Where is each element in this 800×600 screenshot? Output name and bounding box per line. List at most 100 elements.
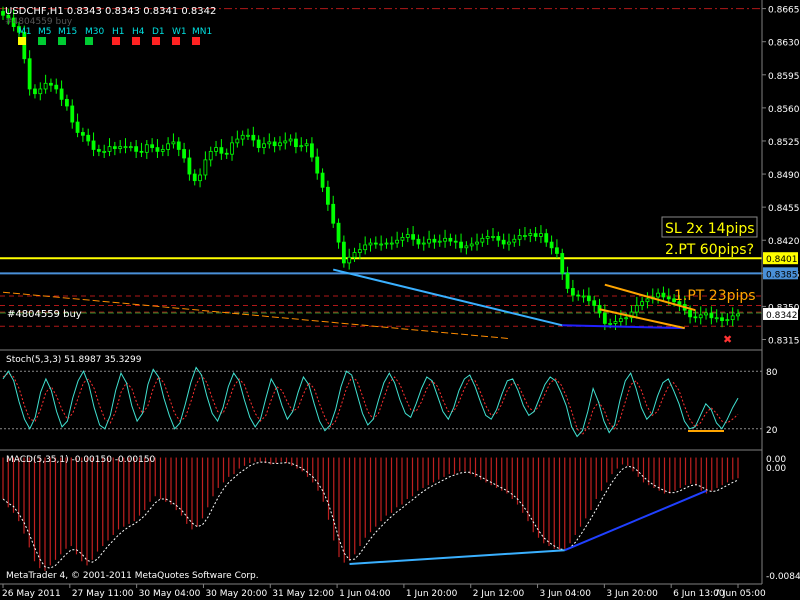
candle-body <box>539 233 543 237</box>
timeframe-m30-label[interactable]: M30 <box>85 27 104 37</box>
price-tick-label: 0.8665 <box>768 6 800 16</box>
candle-body <box>166 143 171 150</box>
trading-chart[interactable]: USDCHF,H1 0.8343 0.8343 0.8341 0.8342 #4… <box>0 0 800 600</box>
pt2-annotation: 2.PT 60pips? <box>665 242 754 258</box>
timeframe-m1-label[interactable]: M1 <box>18 27 32 37</box>
candle-body <box>187 157 192 175</box>
candle-body <box>368 242 373 246</box>
candle-body <box>709 312 714 319</box>
candle-body <box>608 323 613 325</box>
candle-body <box>224 152 229 155</box>
candle-body <box>150 144 155 148</box>
timeframe-m5-indicator[interactable] <box>38 37 46 45</box>
symbol-title: USDCHF,H1 0.8343 0.8343 0.8341 0.8342 <box>5 6 216 17</box>
candle-body <box>246 134 250 137</box>
candle-body <box>363 244 368 251</box>
price-tick-label: 0.8525 <box>768 138 800 148</box>
candle-body <box>176 141 181 150</box>
candle-body <box>384 242 389 245</box>
candle-body <box>112 146 117 149</box>
candle-body <box>160 149 165 152</box>
candle-body <box>70 105 75 123</box>
candle-body <box>235 138 240 144</box>
candle-body <box>443 237 447 242</box>
copyright: MetaTrader 4, © 2001-2011 MetaQuotes Sof… <box>6 571 259 581</box>
candle-body <box>704 312 708 316</box>
timeframe-w1-indicator[interactable] <box>172 37 180 45</box>
candle-body <box>501 239 506 245</box>
stop-cross-icon: ✖ <box>723 333 732 346</box>
time-tick-label: 30 May 20:00 <box>205 589 267 599</box>
time-tick-label: 27 May 11:00 <box>72 589 134 599</box>
candle-body <box>304 143 309 147</box>
candle-body <box>730 315 735 321</box>
candle-body <box>75 121 80 133</box>
candle-body <box>262 143 266 148</box>
price-tick-label: 0.8630 <box>768 39 800 49</box>
candle-body <box>310 143 314 158</box>
candle-body <box>491 236 495 238</box>
candle-body <box>192 173 197 182</box>
candle-body <box>528 233 533 236</box>
timeframe-h1-label[interactable]: H1 <box>112 27 125 37</box>
time-tick-label: 26 May 2011 <box>2 589 61 599</box>
timeframe-h4-label[interactable]: H4 <box>132 27 145 37</box>
candle-body <box>299 145 304 148</box>
time-tick-label: 1 Jun 04:00 <box>339 589 391 599</box>
candle-body <box>325 186 330 205</box>
time-tick-label: 1 Jun 20:00 <box>406 589 458 599</box>
timeframe-mn1-indicator[interactable] <box>192 37 200 45</box>
timeframe-m1-indicator[interactable] <box>18 37 26 45</box>
candle-body <box>602 312 607 324</box>
candle-body <box>208 150 213 161</box>
candle-body <box>736 313 740 317</box>
candle-body <box>27 58 32 90</box>
candle-body <box>698 314 703 319</box>
current-price-tag-label: 0.8342 <box>766 311 798 321</box>
candle-body <box>373 242 378 245</box>
candle-body <box>512 238 517 243</box>
candle-body <box>432 238 437 243</box>
candle-body <box>59 88 64 100</box>
timeframe-m15-label[interactable]: M15 <box>58 27 77 37</box>
pt1-annotation: 1.PT 23pips <box>674 288 756 304</box>
timeframe-w1-label[interactable]: W1 <box>172 27 187 37</box>
candle-body <box>555 247 559 254</box>
timeframe-h1-indicator[interactable] <box>112 37 120 45</box>
candle-body <box>624 317 629 320</box>
candle-body <box>459 241 463 249</box>
hidden-order-label: #4804559 buy <box>5 17 73 27</box>
timeframe-m30-indicator[interactable] <box>85 37 93 45</box>
candle-body <box>661 292 666 298</box>
sl-annotation: SL 2x 14pips <box>665 221 755 237</box>
candle-body <box>267 141 272 145</box>
candle-body <box>475 241 479 245</box>
time-tick-label: 31 May 12:00 <box>272 589 334 599</box>
candle-body <box>592 300 597 306</box>
timeframe-mn1-label[interactable]: MN1 <box>192 27 212 37</box>
candle-body <box>448 237 453 242</box>
candle-body <box>400 236 405 241</box>
timeframe-m5-label[interactable]: M5 <box>38 27 52 37</box>
price-tick-label: 0.8315 <box>768 336 800 346</box>
candle-body <box>320 172 325 188</box>
candle-body <box>533 233 538 237</box>
candle-body <box>645 298 650 303</box>
timeframe-m15-indicator[interactable] <box>58 37 66 45</box>
candle-body <box>357 249 362 253</box>
time-tick-label: 2 Jun 12:00 <box>473 589 525 599</box>
candle-body <box>240 134 245 140</box>
timeframe-h4-indicator[interactable] <box>132 37 140 45</box>
candle-body <box>405 234 410 238</box>
timeframe-d1-label[interactable]: D1 <box>152 27 165 37</box>
candle-body <box>123 146 128 149</box>
candle-body <box>43 82 48 90</box>
candle-body <box>331 203 336 224</box>
macd-tick-label: -0.00843 <box>766 572 800 582</box>
timeframe-d1-indicator[interactable] <box>152 37 160 45</box>
candle-body <box>496 236 501 241</box>
candle-body <box>581 295 586 298</box>
candle-body <box>38 88 43 95</box>
candle-body <box>618 318 623 322</box>
price-tick-label: 0.8420 <box>768 237 800 247</box>
